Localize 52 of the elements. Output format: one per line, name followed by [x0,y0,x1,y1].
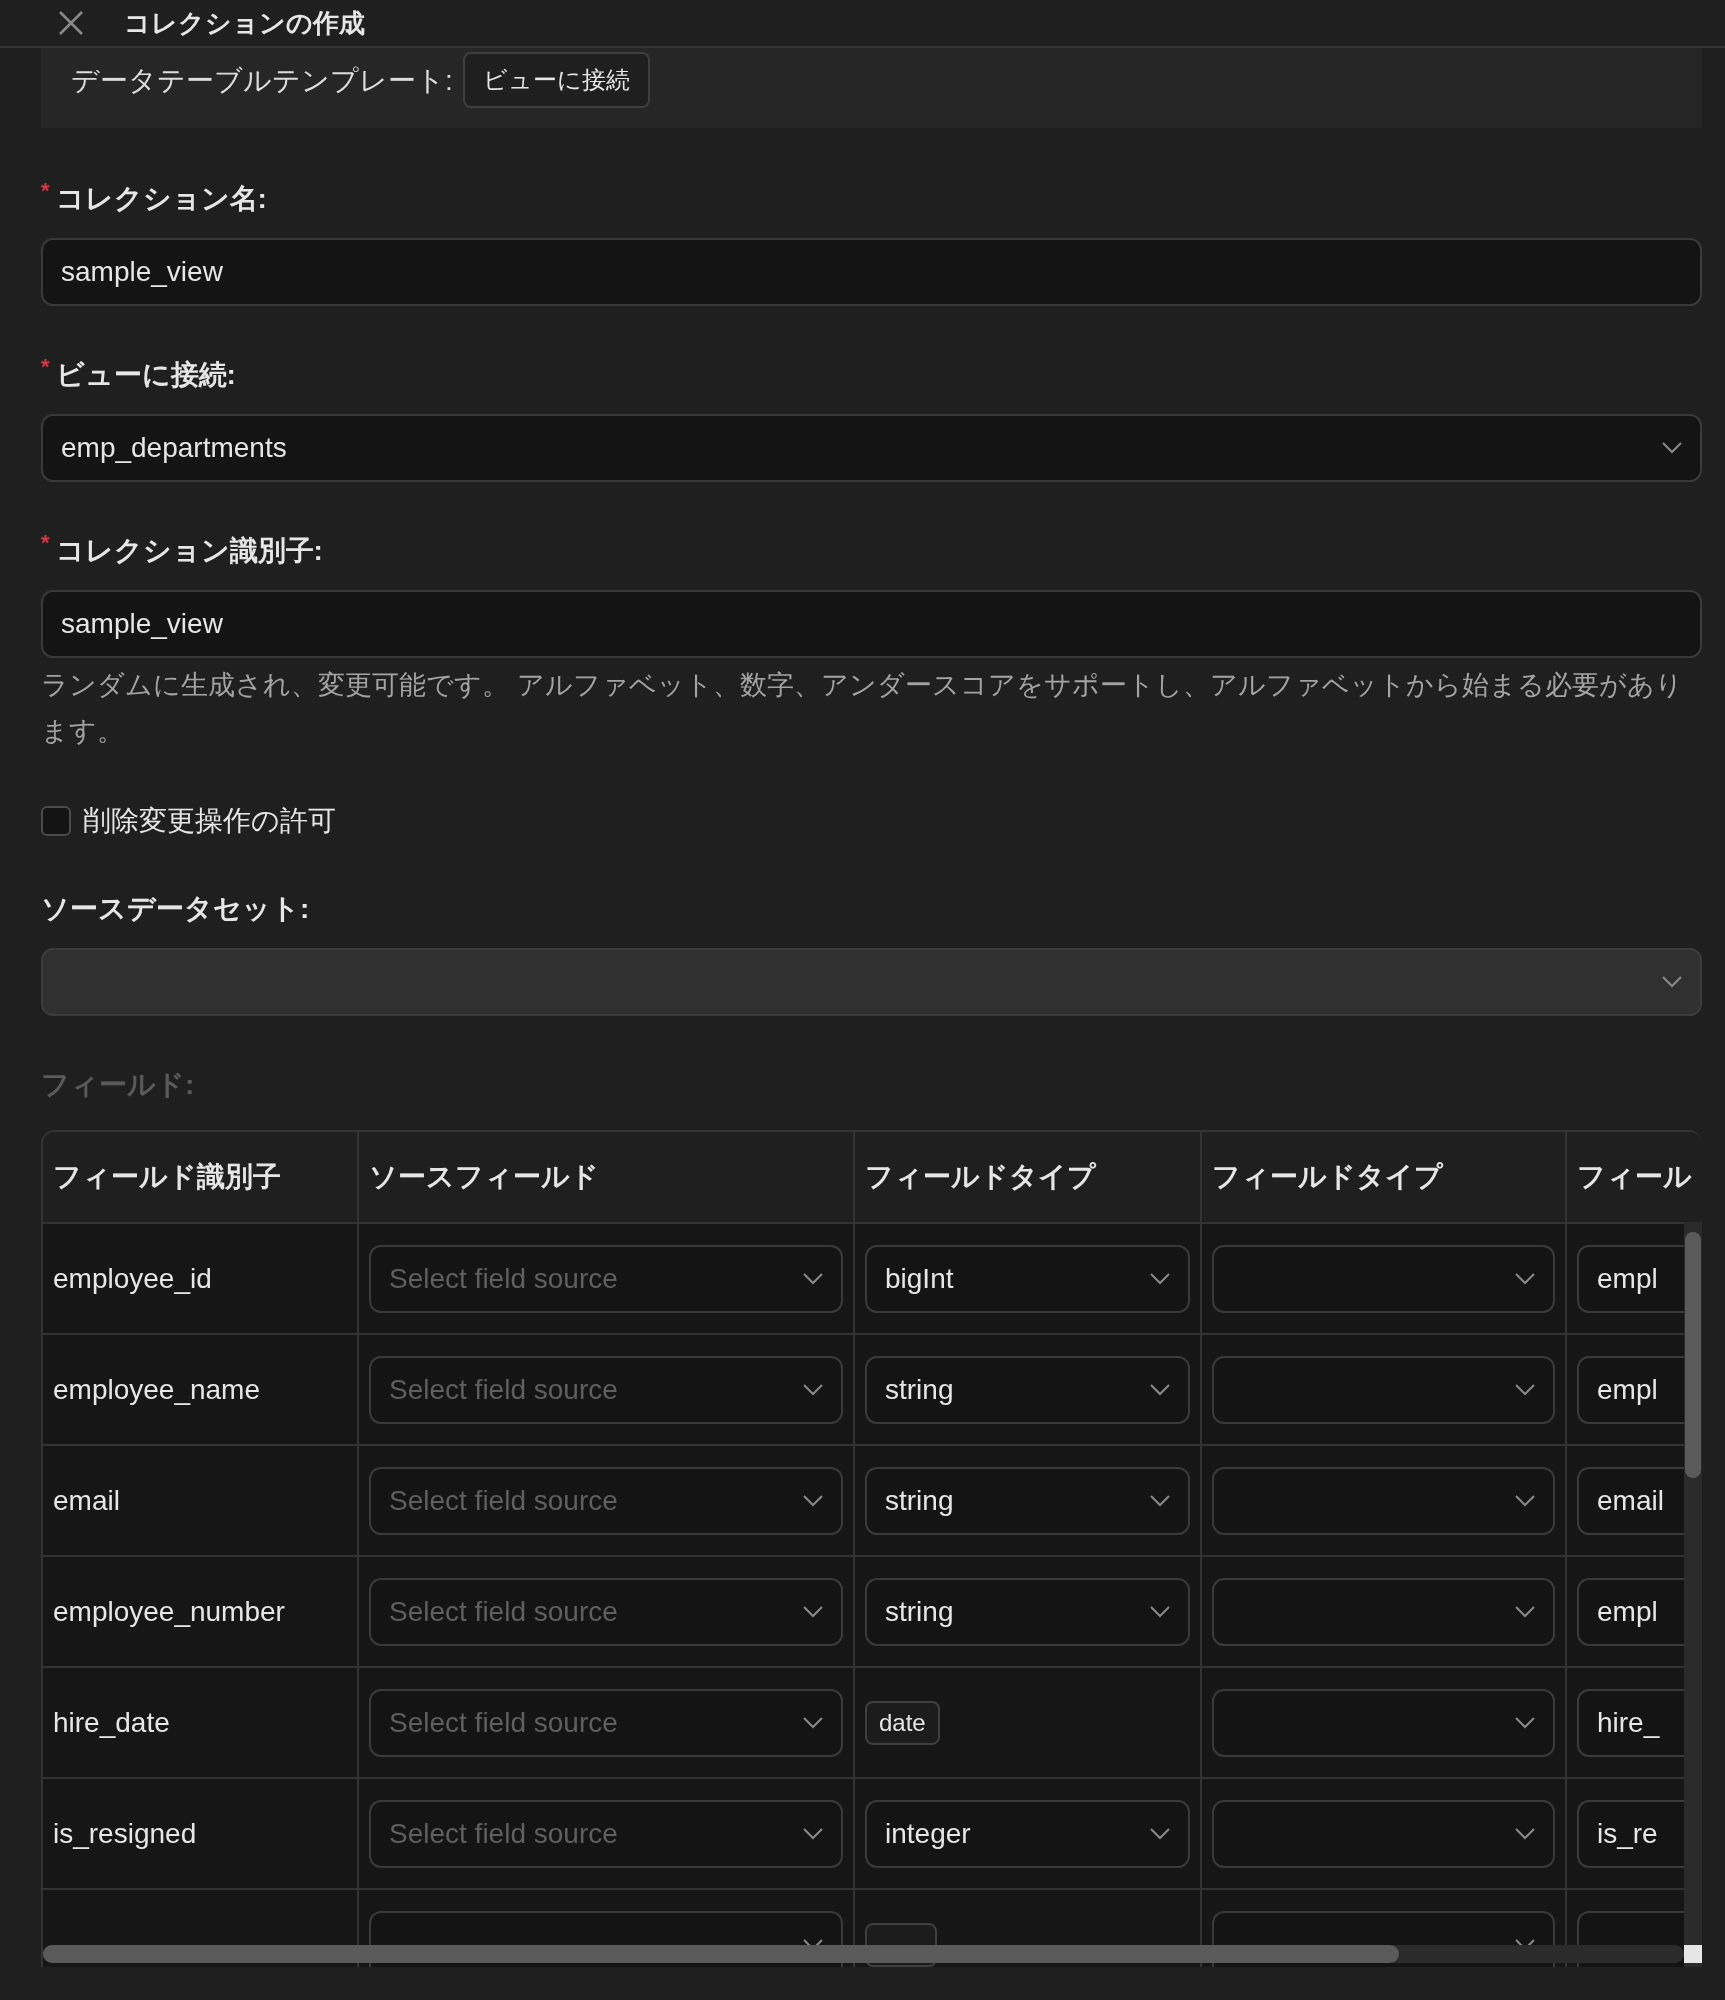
field-identifier: is_resigned [53,1817,197,1850]
type-tag: date [865,1700,940,1745]
field-label: ビューに接続: [55,358,236,392]
help-text: ランダムに生成され、変更可能です。 アルファベット、数字、アンダースコアをサポートし、アルファベットから始まる必要があります。 [41,669,1684,748]
chevron-down-icon [1150,1272,1170,1285]
field-identifier: email [53,1484,120,1517]
close-icon[interactable] [58,10,84,36]
chevron-down-icon [1515,1272,1535,1285]
chevron-down-icon [803,1272,823,1285]
chevron-down-icon [1150,1605,1170,1618]
required-mark: * [41,180,50,202]
chevron-down-icon [1662,976,1682,988]
scrollbar-thumb[interactable] [43,1945,1399,1963]
section-label: フィールド: [41,1068,196,1102]
dialog-title: コレクションの作成 [124,6,365,40]
checkbox-label: 削除変更操作の許可 [83,804,336,838]
chevron-down-icon [1515,1494,1535,1507]
chevron-down-icon [1515,1605,1535,1618]
column-header: フィールド識別子 [43,1132,359,1224]
template-tag: ビューに接続 [462,52,650,108]
template-label: データテーブルテンプレート: [71,64,453,98]
scrollbar-thumb[interactable] [1685,1232,1701,1478]
chevron-down-icon [1515,1716,1535,1729]
chevron-down-icon [803,1494,823,1507]
text-field[interactable]: sample_view [41,238,1702,306]
chevron-down-icon [1150,1383,1170,1396]
chevron-down-icon [803,1383,823,1396]
required-mark: * [41,356,50,378]
scrollbar-corner [1684,1945,1702,1963]
chevron-down-icon [803,1605,823,1618]
column-header: フィールドタイプ [855,1132,1202,1224]
chevron-down-icon [1150,1494,1170,1507]
chevron-down-icon [1150,1827,1170,1840]
field-label: コレクション名: [55,182,267,216]
field-label: コレクション識別子: [55,534,323,568]
field-identifier: employee_id [53,1262,212,1295]
field-identifier: employee_number [53,1595,285,1628]
checkbox[interactable] [41,806,71,836]
field-identifier: hire_date [53,1706,170,1739]
chevron-down-icon [1662,442,1682,454]
select-field[interactable]: emp_departments [41,414,1702,482]
chevron-down-icon [803,1827,823,1840]
required-mark: * [41,532,50,554]
chevron-down-icon [1515,1383,1535,1396]
field-identifier: employee_name [53,1373,261,1406]
column-header: フィール [1567,1132,1702,1224]
chevron-down-icon [1515,1827,1535,1840]
field-label: ソースデータセット: [41,892,310,926]
text-field[interactable]: sample_view [41,590,1702,658]
column-header: ソースフィールド [359,1132,855,1224]
chevron-down-icon [803,1716,823,1729]
column-header: フィールドタイプ [1202,1132,1567,1224]
